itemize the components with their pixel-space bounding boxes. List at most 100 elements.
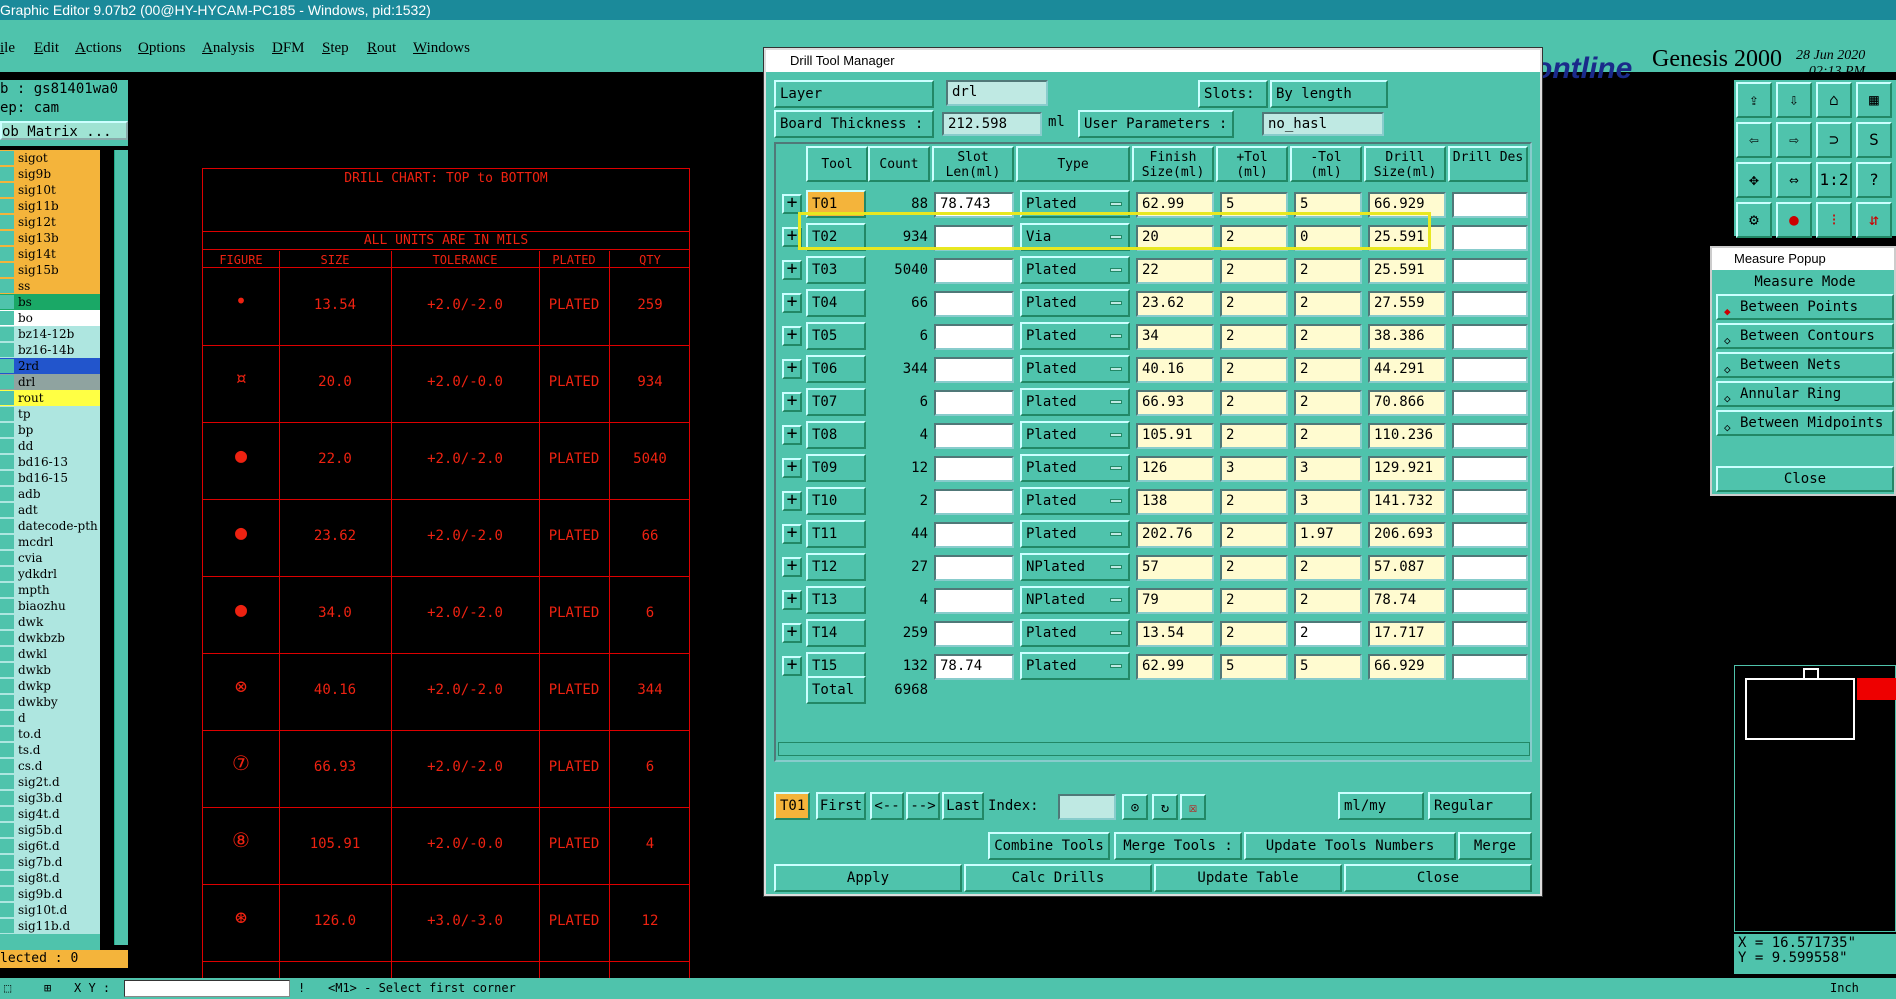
select-icon[interactable]: ⬚ (4, 978, 24, 999)
layer-item[interactable]: dwkp (0, 678, 100, 694)
slot-len-field[interactable] (934, 522, 1014, 548)
layer-item[interactable]: 2rd (0, 358, 100, 374)
expand-icon[interactable]: + (782, 326, 802, 346)
layer-item[interactable]: bz16-14b (0, 342, 100, 358)
settings-icon[interactable]: ⚙ (1736, 202, 1772, 238)
expand-icon[interactable]: + (782, 260, 802, 280)
update-table-button[interactable]: Update Table (1154, 864, 1342, 892)
snap-icon[interactable]: S (1856, 122, 1892, 158)
layer-item[interactable]: sig11b (0, 198, 100, 214)
finish-size-field[interactable]: 40.16 (1136, 357, 1214, 383)
expand-icon[interactable]: + (782, 557, 802, 577)
drill-des-field[interactable] (1452, 390, 1528, 416)
tool-cell[interactable]: T08 (806, 421, 866, 449)
drill-size-field[interactable]: 44.291 (1368, 357, 1446, 383)
first-button[interactable]: First (816, 792, 866, 820)
board-thickness-field[interactable]: 212.598 (942, 112, 1042, 136)
tool-cell[interactable]: T14 (806, 619, 866, 647)
menu-step[interactable]: Step (322, 40, 349, 57)
expand-icon[interactable]: + (782, 293, 802, 313)
menu-analysis[interactable]: Analysis (202, 40, 255, 57)
merge-button[interactable]: Merge (1458, 832, 1532, 860)
help-icon[interactable]: ? (1856, 162, 1892, 198)
layer-item[interactable]: sig10t (0, 182, 100, 198)
layer-item[interactable]: sigot (0, 150, 100, 166)
close-button[interactable]: Close (1344, 864, 1532, 892)
menu-windows[interactable]: Windows (413, 40, 470, 57)
slot-len-field[interactable] (934, 588, 1014, 614)
measure-icon[interactable]: ● (1776, 202, 1812, 238)
drill-des-field[interactable] (1452, 258, 1528, 284)
drill-size-field[interactable]: 27.559 (1368, 291, 1446, 317)
plus-tol-field[interactable]: 2 (1220, 621, 1288, 647)
slot-len-field[interactable] (934, 258, 1014, 284)
layer-item[interactable]: bd16-15 (0, 470, 100, 486)
layers-icon[interactable]: ⇵ (1856, 202, 1892, 238)
layer-item[interactable]: bs (0, 294, 100, 310)
layer-item[interactable]: ydkdrl (0, 566, 100, 582)
drill-map-icon[interactable]: ⁝ (1816, 202, 1852, 238)
table-hscrollbar[interactable] (778, 742, 1530, 756)
minus-tol-field[interactable]: 2 (1294, 621, 1362, 647)
finish-size-field[interactable]: 126 (1136, 456, 1214, 482)
drill-size-field[interactable]: 141.732 (1368, 489, 1446, 515)
type-dropdown[interactable]: Plated (1020, 421, 1130, 449)
drill-size-field[interactable]: 206.693 (1368, 522, 1446, 548)
type-dropdown[interactable]: NPlated (1020, 553, 1130, 581)
drill-des-field[interactable] (1452, 555, 1528, 581)
grid-icon[interactable]: ▦ (1856, 82, 1892, 118)
zoom-ratio-icon[interactable]: 1:2 (1816, 162, 1852, 198)
layer-item[interactable]: biaozhu (0, 598, 100, 614)
finish-size-field[interactable]: 66.93 (1136, 390, 1214, 416)
units-dropdown[interactable]: ml/my (1338, 792, 1424, 820)
layer-item[interactable]: sig7b.d (0, 854, 100, 870)
slot-len-field[interactable] (934, 555, 1014, 581)
plus-tol-field[interactable]: 2 (1220, 357, 1288, 383)
layer-item[interactable]: mpth (0, 582, 100, 598)
calc-drills-button[interactable]: Calc Drills (964, 864, 1152, 892)
layer-item[interactable]: mcdrl (0, 534, 100, 550)
drill-size-field[interactable]: 17.717 (1368, 621, 1446, 647)
plus-tol-field[interactable]: 2 (1220, 390, 1288, 416)
layer-item[interactable]: to.d (0, 726, 100, 742)
tool-cell[interactable]: T09 (806, 454, 866, 482)
update-tools-numbers-dropdown[interactable]: Update Tools Numbers (1244, 832, 1456, 860)
type-dropdown[interactable]: Plated (1020, 289, 1130, 317)
menu-actions[interactable]: Actions (75, 40, 122, 57)
minus-tol-field[interactable]: 3 (1294, 489, 1362, 515)
type-dropdown[interactable]: NPlated (1020, 586, 1130, 614)
layer-item[interactable]: sig13b (0, 230, 100, 246)
layer-item[interactable]: sig5b.d (0, 822, 100, 838)
type-dropdown[interactable]: Plated (1020, 619, 1130, 647)
plus-tol-field[interactable]: 2 (1220, 588, 1288, 614)
slot-len-field[interactable] (934, 324, 1014, 350)
drill-des-field[interactable] (1452, 621, 1528, 647)
type-dropdown[interactable]: Plated (1020, 520, 1130, 548)
slot-len-field[interactable] (934, 357, 1014, 383)
menu-edit[interactable]: Edit (34, 40, 59, 57)
drill-des-field[interactable] (1452, 291, 1528, 317)
minus-tol-field[interactable]: 2 (1294, 588, 1362, 614)
layer-item[interactable]: dwkb (0, 662, 100, 678)
layer-item[interactable]: sig14t (0, 246, 100, 262)
measure-between-nets[interactable]: ◇ Between Nets (1716, 352, 1894, 378)
minus-tol-field[interactable]: 2 (1294, 291, 1362, 317)
expand-icon[interactable]: + (782, 590, 802, 610)
grid-icon[interactable]: ⊞ (44, 978, 64, 999)
layer-item[interactable]: cvia (0, 550, 100, 566)
layer-item[interactable]: ts.d (0, 742, 100, 758)
expand-icon[interactable]: + (782, 524, 802, 544)
drill-des-field[interactable] (1452, 357, 1528, 383)
tool-cell[interactable]: T07 (806, 388, 866, 416)
cancel-icon[interactable]: ☒ (1180, 794, 1206, 820)
plus-tol-field[interactable]: 2 (1220, 489, 1288, 515)
next-button[interactable]: --> (906, 792, 940, 820)
finish-size-field[interactable]: 22 (1136, 258, 1214, 284)
drill-des-field[interactable] (1452, 588, 1528, 614)
layer-item[interactable]: sig8t.d (0, 870, 100, 886)
pan-icon[interactable]: ✥ (1736, 162, 1772, 198)
unit-selector[interactable]: Inch (1830, 978, 1859, 999)
layer-item[interactable]: adt (0, 502, 100, 518)
expand-icon[interactable]: + (782, 623, 802, 643)
finish-size-field[interactable]: 57 (1136, 555, 1214, 581)
